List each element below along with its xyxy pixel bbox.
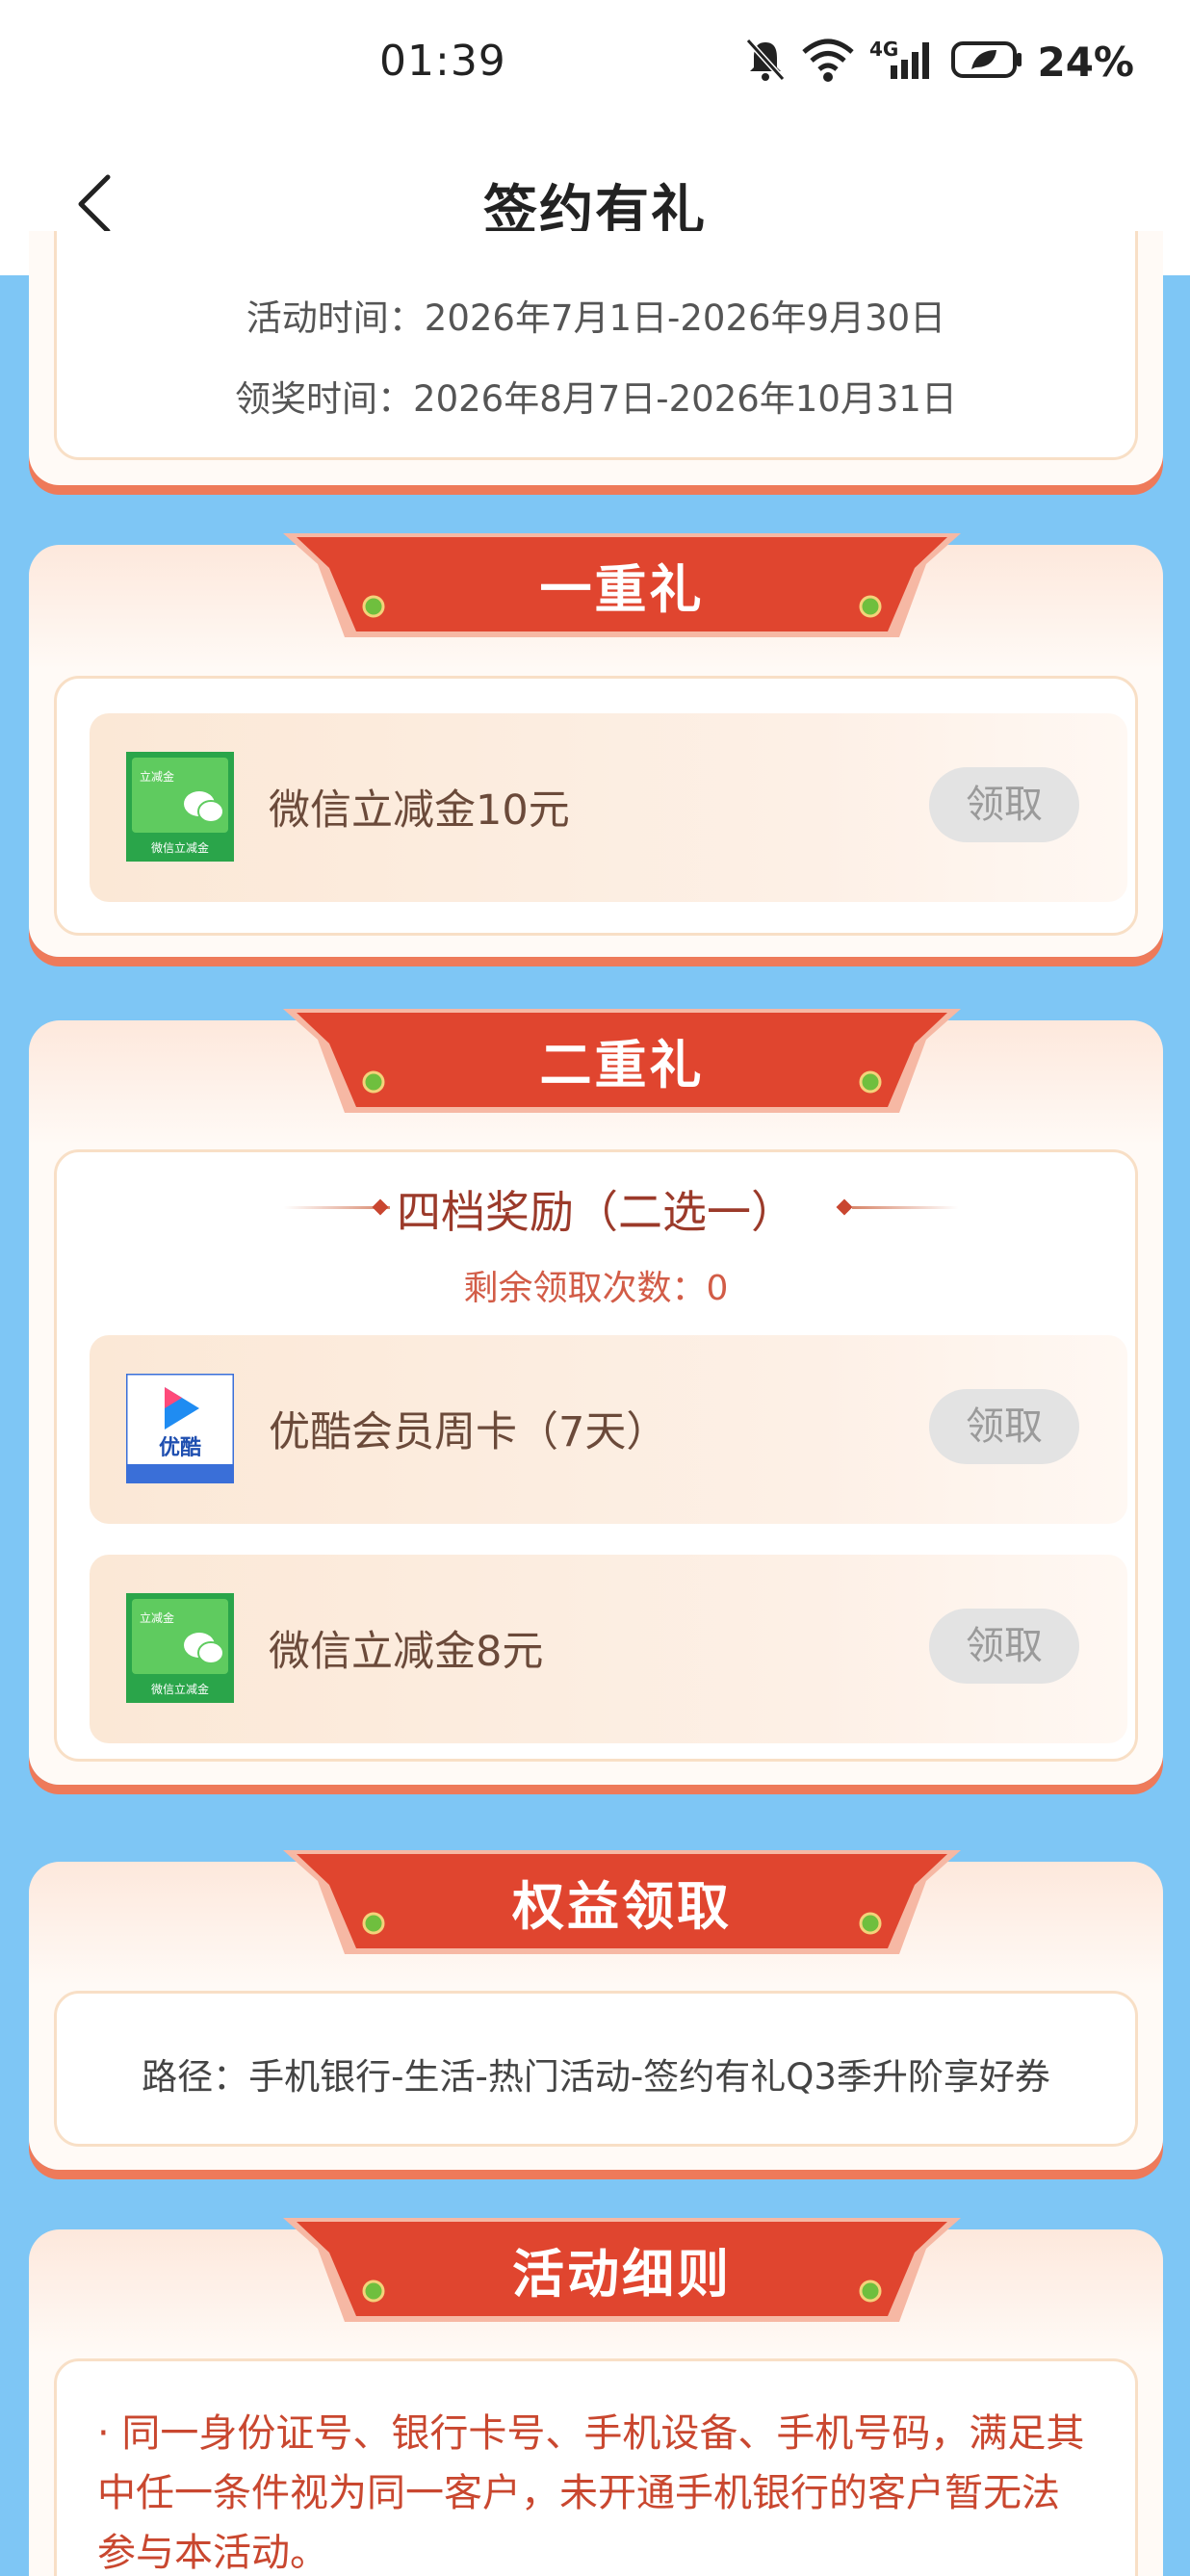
rules-banner: 活动细则 <box>283 2216 961 2335</box>
tier2-banner: 二重礼 <box>283 1007 961 1126</box>
status-time: 01:39 <box>379 37 506 86</box>
activity-time: 活动时间：2026年7月1日-2026年9月30日 <box>246 297 946 339</box>
prize-row: 优酷 优酷会员周卡（7天） 领取 <box>90 1335 1127 1524</box>
wechat-caption-label: 微信立减金 <box>151 1682 209 1696</box>
remaining-count: 剩余领取次数：0 <box>463 1269 729 1308</box>
claim-button[interactable]: 领取 <box>929 767 1079 842</box>
wechat-coupon-icon: 立减金 微信立减金 <box>126 752 234 862</box>
benefits-title: 权益领取 <box>512 1876 732 1937</box>
battery-percentage: 24% <box>1037 38 1134 86</box>
prize-name: 微信立减金8元 <box>269 1628 544 1676</box>
tier1-title: 一重礼 <box>539 559 705 620</box>
deco-line-right <box>852 1206 958 1209</box>
tier2-card: 二重礼 四档奖励（二选一） 剩余领取次数：0 优酷 优酷会员周卡（7天） 领取 <box>29 1009 1163 1785</box>
benefits-path: 路径：手机银行-生活-热门活动-签约有礼Q3季升阶享好券 <box>142 2056 1050 2098</box>
mute-bell-icon <box>744 37 787 87</box>
claim-time: 领奖时间：2026年8月7日-2026年10月31日 <box>235 378 957 420</box>
wechat-coupon-icon: 立减金 微信立减金 <box>126 1593 234 1703</box>
wechat-caption-label: 微信立减金 <box>151 840 209 855</box>
status-bar: 01:39 4G 24% <box>0 0 1190 135</box>
signal-icon: 4G <box>869 37 937 87</box>
network-type-label: 4G <box>869 38 898 61</box>
rules-title: 活动细则 <box>512 2244 732 2305</box>
tier2-subtitle: 四档奖励（二选一） <box>397 1186 795 1238</box>
battery-icon <box>950 39 1023 85</box>
rules-text: · 同一身份证号、银行卡号、手机设备、手机号码，满足其中任一条件视为同一客户，未… <box>97 2411 1085 2575</box>
activity-info-inner: 活动时间：2026年7月1日-2026年9月30日 领奖时间：2026年8月7日… <box>54 231 1138 460</box>
prize-row: 立减金 微信立减金 微信立减金10元 领取 <box>90 713 1127 902</box>
prize-name: 优酷会员周卡（7天） <box>269 1408 668 1456</box>
tier2-title: 二重礼 <box>539 1035 705 1095</box>
youku-name-label: 优酷 <box>159 1435 201 1460</box>
status-icons: 4G 24% <box>744 35 1134 89</box>
claim-button[interactable]: 领取 <box>929 1609 1079 1684</box>
rules-card: 活动细则 · 同一身份证号、银行卡号、手机设备、手机号码，满足其中任一条件视为同… <box>29 2218 1163 2576</box>
wifi-icon <box>800 37 856 87</box>
youku-icon: 优酷 <box>124 1372 236 1485</box>
wechat-tag-label: 立减金 <box>140 769 174 784</box>
rules-inner: · 同一身份证号、银行卡号、手机设备、手机号码，满足其中任一条件视为同一客户，未… <box>54 2358 1138 2576</box>
benefits-inner: 路径：手机银行-生活-热门活动-签约有礼Q3季升阶享好券 <box>54 1991 1138 2147</box>
prize-row: 立减金 微信立减金 微信立减金8元 领取 <box>90 1555 1127 1743</box>
tier1-card: 一重礼 立减金 微信立减金 微信立减金10元 领取 <box>29 533 1163 957</box>
tier2-inner: 四档奖励（二选一） 剩余领取次数：0 优酷 优酷会员周卡（7天） 领取 立减金 … <box>54 1149 1138 1762</box>
tier1-banner: 一重礼 <box>283 531 961 651</box>
benefits-banner: 权益领取 <box>283 1848 961 1968</box>
prize-name: 微信立减金10元 <box>269 786 570 835</box>
claim-button[interactable]: 领取 <box>929 1389 1079 1464</box>
tier1-inner: 立减金 微信立减金 微信立减金10元 领取 <box>54 676 1138 936</box>
activity-info-card: 活动时间：2026年7月1日-2026年9月30日 领奖时间：2026年8月7日… <box>29 231 1163 485</box>
wechat-tag-label: 立减金 <box>140 1610 174 1625</box>
benefits-card: 权益领取 路径：手机银行-生活-热门活动-签约有礼Q3季升阶享好券 <box>29 1850 1163 2170</box>
